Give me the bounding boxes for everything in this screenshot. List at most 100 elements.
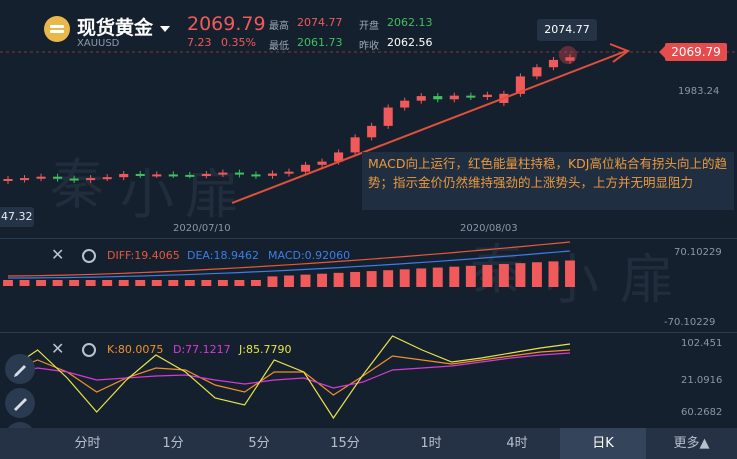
candle-body [201, 173, 211, 176]
tab-daily-k[interactable]: 日K [560, 428, 646, 459]
macd-bar [548, 261, 559, 287]
tab-more[interactable]: 更多▲ [646, 428, 737, 459]
macd-bar [498, 264, 509, 287]
macd-bar [350, 271, 361, 287]
macd-bar [515, 263, 526, 287]
candlestick-chart[interactable] [0, 0, 737, 428]
candle-body [267, 173, 278, 176]
candle-body [466, 95, 476, 98]
stat-label-low: 最低 [269, 41, 289, 52]
candle-body [3, 179, 13, 182]
candle-body [400, 100, 410, 108]
macd-bar [531, 262, 542, 287]
macd-bar [52, 280, 63, 286]
macd-dea-value: DEA:18.9462 [187, 249, 259, 262]
kdj-axis-bottom: 60.2682 [681, 407, 723, 418]
macd-value: MACD:0.92060 [268, 249, 351, 262]
tab-time-sharing[interactable]: 分时 [45, 428, 130, 459]
macd-bar [3, 280, 13, 286]
gear-icon[interactable] [82, 249, 96, 263]
instrument-title[interactable]: 现货黄金 [77, 13, 153, 40]
candle-body [532, 67, 542, 77]
draw-tool-button[interactable] [5, 354, 35, 384]
separator [0, 332, 737, 333]
macd-bar [383, 270, 394, 287]
gold-logo-icon [44, 16, 70, 42]
separator [0, 238, 737, 239]
kdj-d-value: D:77.1217 [173, 343, 231, 356]
candle-body [119, 173, 129, 178]
price-change-pct: 0.35% [221, 36, 256, 49]
candle-body [69, 178, 79, 181]
tab-4hour[interactable]: 4时 [474, 428, 560, 459]
stat-label-open: 开盘 [359, 21, 379, 32]
pencil-icon [14, 398, 27, 411]
macd-bar [234, 280, 245, 286]
macd-bar [118, 280, 129, 286]
candle-body [317, 161, 327, 165]
macd-bar [482, 264, 493, 287]
macd-bar [168, 280, 179, 286]
tab-15min[interactable]: 15分 [302, 428, 388, 459]
kdj-axis-top: 102.451 [681, 338, 723, 349]
candle-body [234, 172, 244, 175]
draw-tool-button[interactable] [5, 388, 35, 418]
high-price-tag: 2074.77 [537, 19, 597, 41]
candle-body [548, 59, 559, 68]
candle-body [218, 172, 228, 175]
pen-icon [14, 365, 26, 377]
current-price-tag: 2069.79 [659, 43, 727, 61]
price-axis-label: 1983.24 [678, 86, 720, 97]
candle-body [102, 177, 112, 180]
close-icon[interactable]: ✕ [51, 339, 64, 358]
analysis-annotation: MACD向上运行，红色能量柱持稳，KDJ高位粘合有拐头向上的趋势；指示金价仍然维… [362, 152, 734, 210]
chart-screen: 秦 小 扉 秦 小 扉 现货黄金 XAUUSD 2069.79 7.23 0.3… [0, 0, 737, 459]
macd-bar [449, 266, 460, 287]
gear-icon[interactable] [82, 343, 96, 357]
left-price-tag: 47.32 [0, 207, 34, 227]
price-change: 7.23 [187, 36, 212, 49]
macd-bar [432, 267, 443, 287]
macd-bar [36, 280, 47, 286]
high-marker [559, 46, 577, 64]
stat-value-prev-close: 2062.56 [387, 36, 433, 49]
candle-body [36, 176, 46, 179]
kdj-j-value: J:85.7790 [239, 343, 292, 356]
tab-1min[interactable]: 1分 [130, 428, 216, 459]
d-line [7, 352, 571, 389]
macd-bar [102, 280, 113, 286]
macd-bar [85, 280, 96, 286]
candle-body [19, 178, 30, 181]
stat-value-high: 2074.77 [297, 16, 343, 29]
macd-bar [333, 272, 344, 287]
candle-body [53, 176, 63, 179]
macd-bar [135, 280, 146, 286]
tab-5min[interactable]: 5分 [216, 428, 302, 459]
macd-bar [565, 260, 575, 287]
tab-1hour[interactable]: 1时 [388, 428, 474, 459]
macd-bar [300, 274, 311, 287]
macd-bar [151, 280, 162, 286]
macd-bar [317, 273, 328, 287]
candle-body [168, 174, 178, 177]
candle-body [416, 96, 426, 101]
candle-body [367, 125, 377, 138]
current-price: 2069.79 [187, 13, 266, 35]
candle-body [135, 173, 145, 176]
date-label: 2020/07/10 [173, 223, 231, 234]
stat-value-low: 2061.73 [297, 36, 343, 49]
macd-axis-bottom: -70.10229 [664, 317, 716, 328]
stat-value-open: 2062.13 [387, 16, 433, 29]
macd-bar [184, 280, 195, 286]
chevron-down-icon[interactable] [160, 26, 170, 32]
date-label: 2020/08/03 [460, 223, 518, 234]
macd-bar [399, 269, 410, 287]
macd-bar [250, 280, 261, 286]
candle-body [251, 174, 261, 177]
candle-body [433, 96, 443, 100]
kdj-k-value: K:80.0075 [107, 343, 164, 356]
macd-bar [366, 271, 377, 287]
close-icon[interactable]: ✕ [51, 245, 64, 264]
candle-body [449, 95, 459, 100]
candle-body [482, 94, 492, 98]
